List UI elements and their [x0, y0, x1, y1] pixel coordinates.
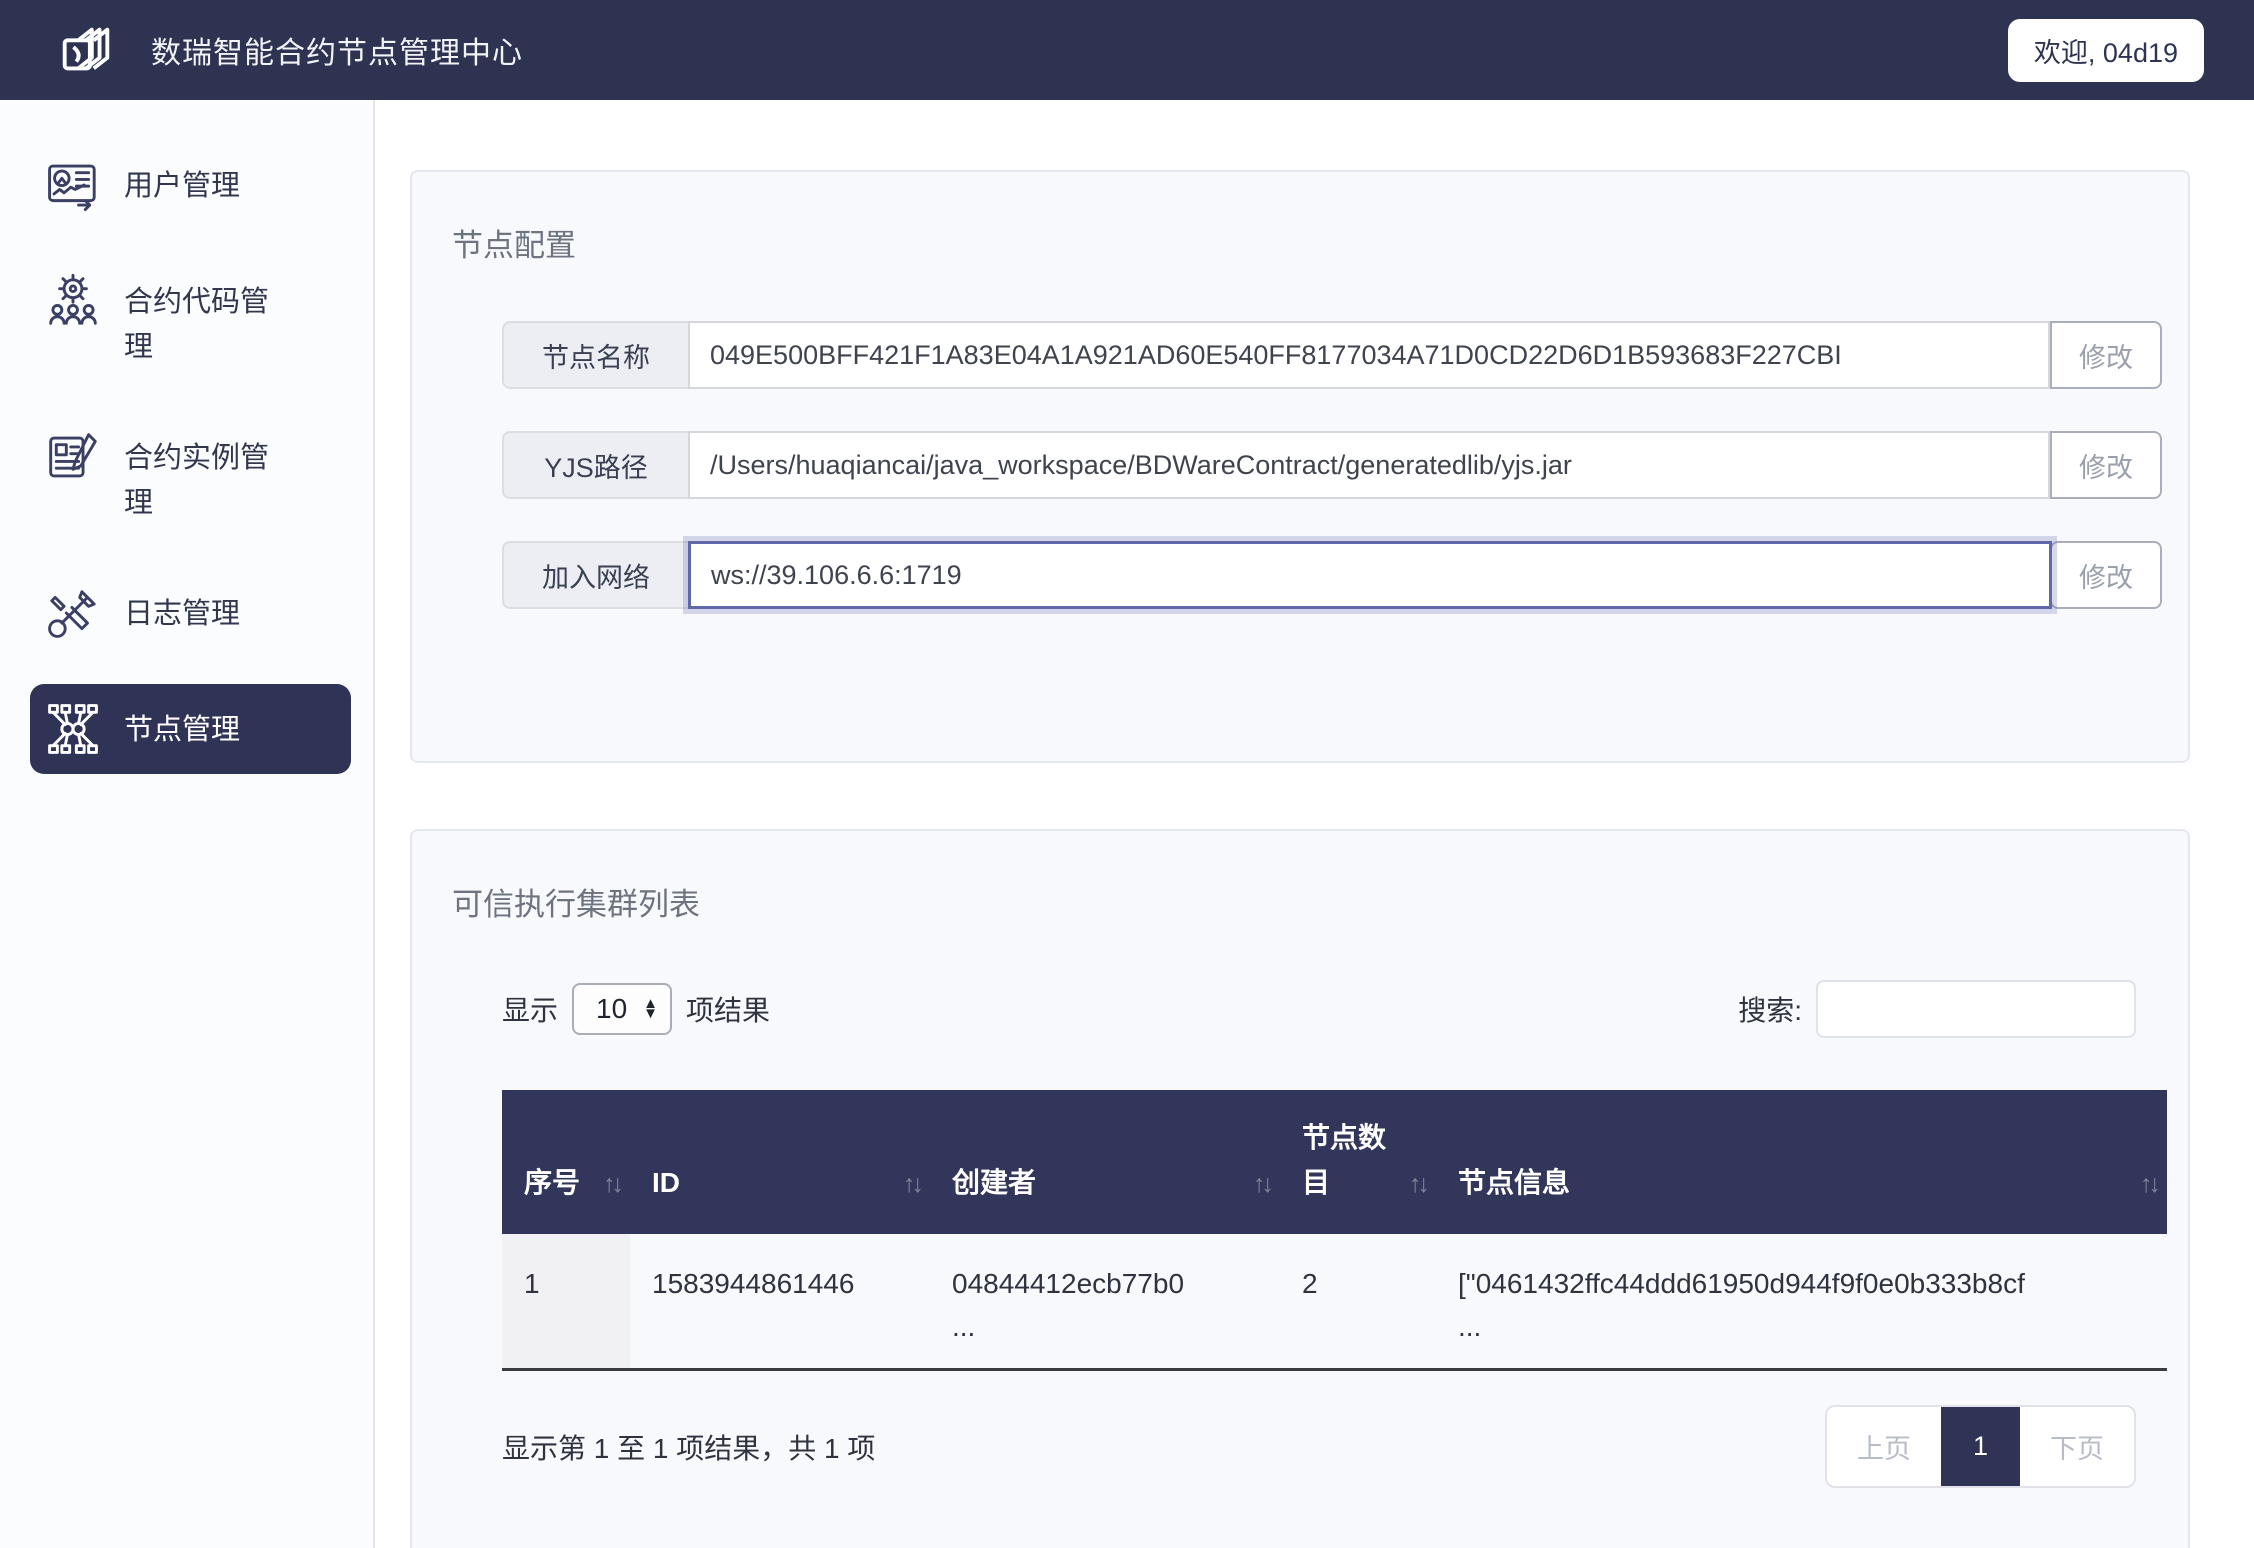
page-length-value: 10 [596, 993, 627, 1025]
sidebar-item-log-management[interactable]: 日志管理 [30, 568, 351, 658]
cell-id: 1583944861446 [630, 1234, 930, 1370]
sidebar-item-label: 节点管理 [124, 708, 284, 753]
join-network-input[interactable] [688, 541, 2052, 609]
sort-arrows-icon: ↑↓ [1409, 1164, 1426, 1204]
results-summary: 显示第 1 至 1 项结果，共 1 项 [502, 1427, 875, 1467]
select-arrows-icon: ▲▼ [643, 999, 658, 1020]
cell-creator: 04844412ecb77b0 ... [930, 1234, 1280, 1370]
table-row[interactable]: 1 1583944861446 04844412ecb77b0 ... 2 ["… [502, 1234, 2167, 1370]
user-management-icon [44, 156, 102, 214]
cell-index: 1 [502, 1234, 630, 1370]
sidebar-item-label: 合约实例管理 [124, 436, 284, 526]
cluster-list-title: 可信执行集群列表 [452, 879, 2162, 924]
sort-arrows-icon: ↑↓ [903, 1164, 920, 1204]
modify-join-network-button[interactable]: 修改 [2050, 541, 2162, 609]
page-length-select[interactable]: 10 ▲▼ [572, 983, 672, 1035]
node-name-label: 节点名称 [502, 321, 688, 389]
modify-yjs-path-button[interactable]: 修改 [2050, 431, 2162, 499]
results-label: 项结果 [686, 989, 770, 1029]
sort-arrows-icon: ↑↓ [2140, 1164, 2157, 1204]
sidebar: 用户管理 合约代码管理 [0, 100, 375, 1548]
app-logo-icon [55, 19, 117, 81]
pagination: 上页 1 下页 [1825, 1405, 2136, 1488]
column-header-id[interactable]: ID ↑↓ [630, 1090, 930, 1234]
join-network-label: 加入网络 [502, 541, 688, 609]
log-tools-icon [44, 584, 102, 642]
yjs-path-input[interactable] [688, 431, 2050, 499]
sort-arrows-icon: ↑↓ [1253, 1164, 1270, 1204]
cluster-table: 序号 ↑↓ ID ↑↓ 创建者 ↑↓ 节点数目 [502, 1090, 2167, 1371]
welcome-user-button[interactable]: 欢迎, 04d19 [2008, 19, 2204, 82]
node-name-row: 节点名称 修改 [502, 321, 2162, 389]
contract-code-icon [44, 272, 102, 330]
table-footer: 显示第 1 至 1 项结果，共 1 项 上页 1 下页 [502, 1405, 2136, 1488]
top-navbar: 数瑞智能合约节点管理中心 欢迎, 04d19 [0, 0, 2254, 100]
search-input[interactable] [1816, 980, 2136, 1038]
yjs-path-label: YJS路径 [502, 431, 688, 499]
cluster-list-panel: 可信执行集群列表 显示 10 ▲▼ 项结果 搜索: [410, 829, 2190, 1548]
column-header-creator[interactable]: 创建者 ↑↓ [930, 1090, 1280, 1234]
sidebar-item-contract-instance[interactable]: 合约实例管理 [30, 412, 351, 542]
cell-node-count: 2 [1280, 1234, 1436, 1370]
cell-node-info: ["0461432ffc44ddd61950d944f9f0e0b333b8cf… [1436, 1234, 2167, 1370]
column-header-node-info[interactable]: 节点信息 ↑↓ [1436, 1090, 2167, 1234]
sidebar-item-contract-code[interactable]: 合约代码管理 [30, 256, 351, 386]
search-area: 搜索: [1738, 980, 2136, 1038]
table-controls: 显示 10 ▲▼ 项结果 搜索: [502, 980, 2136, 1038]
yjs-path-row: YJS路径 修改 [502, 431, 2162, 499]
modify-node-name-button[interactable]: 修改 [2050, 321, 2162, 389]
node-name-input[interactable] [688, 321, 2050, 389]
contract-instance-icon [44, 428, 102, 486]
table-header-row: 序号 ↑↓ ID ↑↓ 创建者 ↑↓ 节点数目 [502, 1090, 2167, 1234]
sidebar-item-label: 用户管理 [124, 164, 284, 209]
sort-arrows-icon: ↑↓ [603, 1164, 620, 1204]
column-header-node-count[interactable]: 节点数目 ↑↓ [1280, 1090, 1436, 1234]
sidebar-item-label: 合约代码管理 [124, 280, 284, 370]
search-label: 搜索: [1738, 989, 1802, 1029]
node-config-panel: 节点配置 节点名称 修改 YJS路径 修改 加入网络 修改 [410, 170, 2190, 763]
sidebar-item-label: 日志管理 [124, 592, 284, 637]
previous-page-button[interactable]: 上页 [1827, 1407, 1941, 1486]
node-config-title: 节点配置 [452, 220, 2162, 265]
sidebar-item-node-management[interactable]: 节点管理 [30, 684, 351, 774]
show-label: 显示 [502, 989, 558, 1029]
app-title: 数瑞智能合约节点管理中心 [151, 28, 523, 72]
join-network-row: 加入网络 修改 [502, 541, 2162, 609]
node-network-icon [44, 700, 102, 758]
sidebar-item-user-management[interactable]: 用户管理 [30, 140, 351, 230]
column-header-index[interactable]: 序号 ↑↓ [502, 1090, 630, 1234]
main-content: 节点配置 节点名称 修改 YJS路径 修改 加入网络 修改 可信执行集群列表 显… [375, 100, 2254, 1548]
next-page-button[interactable]: 下页 [2020, 1407, 2134, 1486]
current-page-button[interactable]: 1 [1941, 1407, 2020, 1486]
